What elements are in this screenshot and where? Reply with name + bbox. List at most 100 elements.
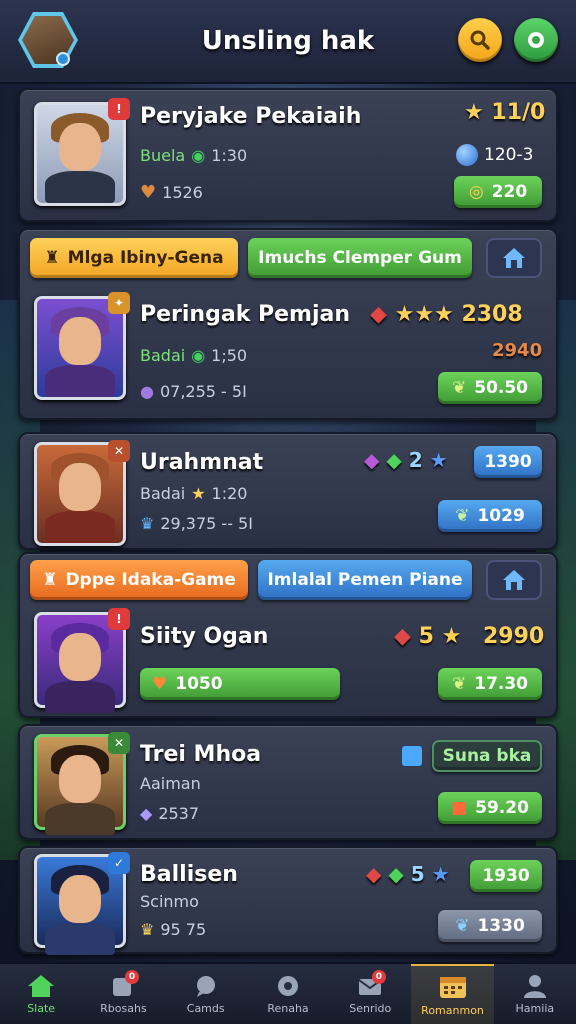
search-icon [470,30,490,50]
heart-icon: ♥ [152,674,168,694]
game-mode-tab[interactable]: ♜ Mlga Ibiny-Gena [30,238,238,278]
sword-badge: ✕ [108,732,130,754]
nav-label: Slate [27,1001,56,1015]
star-icon: ★ [441,624,462,649]
player-points-row: ● 07,255 - 5I [140,382,247,401]
nav-item-hamiia[interactable]: Hamiia [494,964,576,1024]
star-score: ◆ 5 ★ 2990 [394,624,545,649]
profile-icon [523,974,546,998]
diamond-icon: ◆ [140,804,153,823]
alert-badge: ! [108,98,130,120]
gem-icon: ◉ [191,146,206,165]
nav-label: Camds [186,1001,225,1015]
reward-button[interactable]: ◎ 220 [454,176,542,208]
top-bar: Unsling hak [0,0,576,84]
ruby-icon: ◆ [370,302,387,327]
trophy-icon: ♜ [44,248,60,268]
nav-label: Renaha [267,1001,309,1015]
progress-button[interactable]: ♥ 1050 [140,668,340,700]
player-card[interactable]: ✓ Ballisen Scinmo ♛ 95 75 ◆ ◆ 5 ★ 1930 ❦… [18,846,558,955]
search-button[interactable] [458,18,502,62]
leaf-icon: ❦ [455,506,470,526]
nav-label: Senrido [349,1001,392,1015]
star-icon: ★ [191,484,206,503]
leaf-icon: ❦ [451,378,467,398]
star-icon: ★ [429,448,448,472]
nav-label: Hamiia [515,1001,555,1015]
stat-display: 120-3 [456,144,533,166]
player-card[interactable]: ✕ Trei Mhoa Aaiman ◆ 2537 Suna bka ■ 59.… [18,724,558,840]
nav-item-senrido[interactable]: 0 Senrido [329,964,411,1024]
crown-icon: ♛ [140,514,155,533]
game-mode-tab[interactable]: Imlalal Pemen Piane [258,560,472,600]
game-mode-tab[interactable]: Imuchs Clemper Gum [248,238,472,278]
gem-score: ◆ ◆ 2 ★ [364,448,448,472]
player-card[interactable]: ✕ Urahmnat Badai ★ 1:20 ♛ 29,375 -- 5I ◆… [18,432,558,550]
player-card[interactable]: ! Peryjake Pekaiaih Buela ◉ 1:30 ♥ 1526 … [18,88,558,222]
amethyst-icon: ◆ [364,448,380,472]
gem-score: ◆ ◆ 5 ★ [366,862,450,886]
crown-icon: ♛ [140,920,155,939]
player-name: Siity Ogan [140,624,269,649]
reward-button[interactable]: ■ 59.20 [438,792,542,824]
heart-icon: ♥ [140,182,157,203]
nav-item-camds[interactable]: Camds [165,964,247,1024]
player-name: Peryjake Pekaiaih [140,104,362,129]
player-card[interactable]: ♜ Mlga Ibiny-Gena Imuchs Clemper Gum ✦ P… [18,228,558,420]
ruby-icon: ◆ [394,624,411,649]
player-stat-row: Badai ◉ 1;50 [140,346,248,365]
star-icon: ★ [464,100,484,125]
gem-icon: ◉ [191,346,206,365]
reward-button[interactable]: ❦ 50.50 [438,372,542,404]
nav-item-romanmon[interactable]: Romanmon [411,964,494,1024]
trophy-icon: ♜ [42,570,58,590]
tag-button[interactable]: Suna bka [432,740,542,772]
bottom-navigation: Slate 0 Rbosahs Camds Renaha 0 Senrido R… [0,962,576,1024]
emerald-icon: ◆ [388,862,404,886]
leaf-icon: ❦ [455,916,470,936]
nav-item-renaha[interactable]: Renaha [247,964,329,1024]
home-icon [503,570,525,590]
home-button[interactable] [486,238,542,278]
nav-item-slate[interactable]: Slate [0,964,82,1024]
player-card[interactable]: ♜ Dppe Idaka-Game Imlalal Pemen Piane ! … [18,552,558,718]
chest-icon: ■ [451,798,468,818]
player-points-row: ♛ 29,375 -- 5I [140,514,253,533]
leaf-icon: ❦ [451,674,467,694]
alert-badge: ! [108,608,130,630]
player-stat-row: Badai ★ 1:20 [140,484,248,503]
player-points-row: ♥ 1526 [140,182,203,203]
orb-icon [456,144,478,166]
player-subtitle: Scinmo [140,892,199,911]
value-button[interactable]: 1930 [470,860,542,892]
nav-item-rbosahs[interactable]: 0 Rbosahs [82,964,164,1024]
player-name: Ballisen [140,862,238,887]
player-points-row: ◆ 2537 [140,804,200,823]
puzzle-icon [277,975,298,996]
settings-button[interactable] [514,18,558,62]
reward-button[interactable]: ❦ 17.30 [438,668,542,700]
player-stat-row: Buela ◉ 1:30 [140,146,248,165]
value-button[interactable]: 1390 [474,446,542,478]
player-subtitle: Aaiman [140,774,201,793]
home-button[interactable] [486,560,542,600]
game-mode-tab[interactable]: ♜ Dppe Idaka-Game [30,560,248,600]
potion-icon: ● [140,382,154,401]
star-score: ◆ ★★★ 2308 [370,302,523,327]
nav-label: Rbosahs [100,1001,147,1015]
emerald-icon: ◆ [386,448,402,472]
card-icon [402,746,422,766]
rating-display: ★ 11/0 [464,100,546,125]
weapon-badge: ✕ [108,440,130,462]
home-icon [503,248,525,268]
notification-badge: 0 [371,970,386,984]
player-points-row: ♛ 95 75 [140,920,207,939]
coin-icon: ◎ [468,182,484,202]
reward-button[interactable]: ❦ 1029 [438,500,542,532]
player-name: Trei Mhoa [140,742,262,767]
level-badge: ✦ [108,292,130,314]
calendar-icon [439,976,466,998]
reward-button[interactable]: ❦ 1330 [438,910,542,942]
ruby-icon: ◆ [366,862,382,886]
notification-badge: 0 [125,970,140,984]
